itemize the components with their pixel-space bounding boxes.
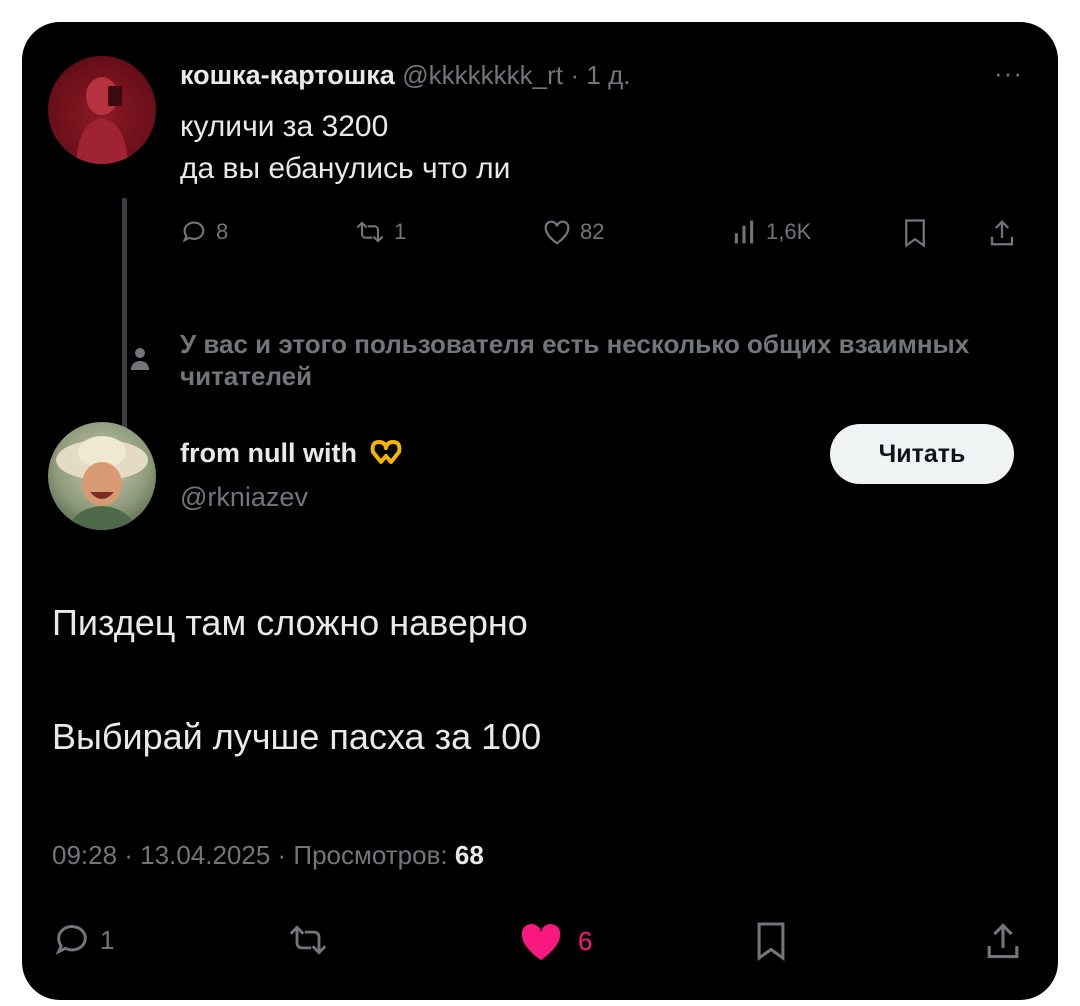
like-count: 6 <box>578 925 593 956</box>
retweet-button[interactable]: 1 <box>354 218 406 246</box>
reply-button[interactable]: 8 <box>180 218 228 246</box>
reply-paragraph: Пиздец там сложно наверно <box>52 602 528 643</box>
reply-author-name[interactable]: from null with <box>180 438 357 468</box>
bookmark-button[interactable] <box>902 218 928 248</box>
heart-hands-icon <box>370 440 401 464</box>
share-button[interactable] <box>984 920 1022 962</box>
like-count: 82 <box>580 219 605 244</box>
retweet-button[interactable] <box>286 920 330 960</box>
parent-line: куличи за 3200 <box>180 110 389 143</box>
reply-icon <box>182 221 205 243</box>
parent-avatar[interactable] <box>48 56 156 164</box>
like-icon <box>521 923 561 961</box>
mutual-followers-notice: У вас и этого пользователя есть нескольк… <box>180 329 970 391</box>
follow-button[interactable]: Читать <box>830 424 1014 484</box>
like-button[interactable]: 82 <box>542 218 604 246</box>
tweet-card: кошка-картошка @kkkkkkkk_rt · 1 д. ··· к… <box>22 22 1058 1000</box>
reply-icon <box>55 925 87 955</box>
reply-button[interactable]: 1 <box>52 920 114 960</box>
parent-time[interactable]: · 1 д. <box>571 60 631 90</box>
reply-count: 1 <box>100 924 115 955</box>
share-icon <box>987 923 1019 959</box>
reply-paragraph: Выбирай лучше пасха за 100 <box>52 716 542 757</box>
mutual-user-icon <box>130 346 150 377</box>
like-icon <box>544 220 570 245</box>
reply-avatar[interactable] <box>48 422 156 530</box>
parent-actions: 8 1 82 1,6K <box>22 218 1058 258</box>
parent-author-name[interactable]: кошка-картошка <box>180 60 395 90</box>
share-icon <box>990 220 1014 246</box>
like-button[interactable]: 6 <box>518 920 592 962</box>
bookmark-icon <box>757 922 785 961</box>
views-icon <box>734 220 754 244</box>
bookmark-icon <box>905 219 925 248</box>
parent-author-handle[interactable]: @kkkkkkkk_rt <box>402 60 563 90</box>
views-count: 1,6K <box>766 219 812 244</box>
share-button[interactable] <box>988 218 1016 248</box>
reply-timestamp: 09:28 · 13.04.2025 · Просмотров: 68 <box>52 840 484 871</box>
more-icon[interactable]: ··· <box>994 58 1023 89</box>
bookmark-button[interactable] <box>754 920 788 962</box>
reply-actions: 1 6 <box>22 920 1058 976</box>
views-button[interactable]: 1,6K <box>732 218 811 246</box>
reply-count: 8 <box>216 219 229 244</box>
views-number: 68 <box>454 840 484 870</box>
parent-text: куличи за 3200 да вы ебанулись что ли <box>180 106 510 190</box>
parent-line: да вы ебанулись что ли <box>180 152 511 185</box>
reply-author[interactable]: from null with <box>180 438 403 473</box>
parent-author[interactable]: кошка-картошка @kkkkkkkk_rt · 1 д. <box>180 60 630 91</box>
retweet-icon <box>289 925 327 955</box>
heart-hands-emoji <box>369 438 403 473</box>
retweet-icon <box>356 221 384 243</box>
retweet-count: 1 <box>394 219 407 244</box>
reply-author-handle[interactable]: @rkniazev <box>180 482 308 513</box>
timestamp-text[interactable]: 09:28 · 13.04.2025 · Просмотров: <box>52 840 448 870</box>
